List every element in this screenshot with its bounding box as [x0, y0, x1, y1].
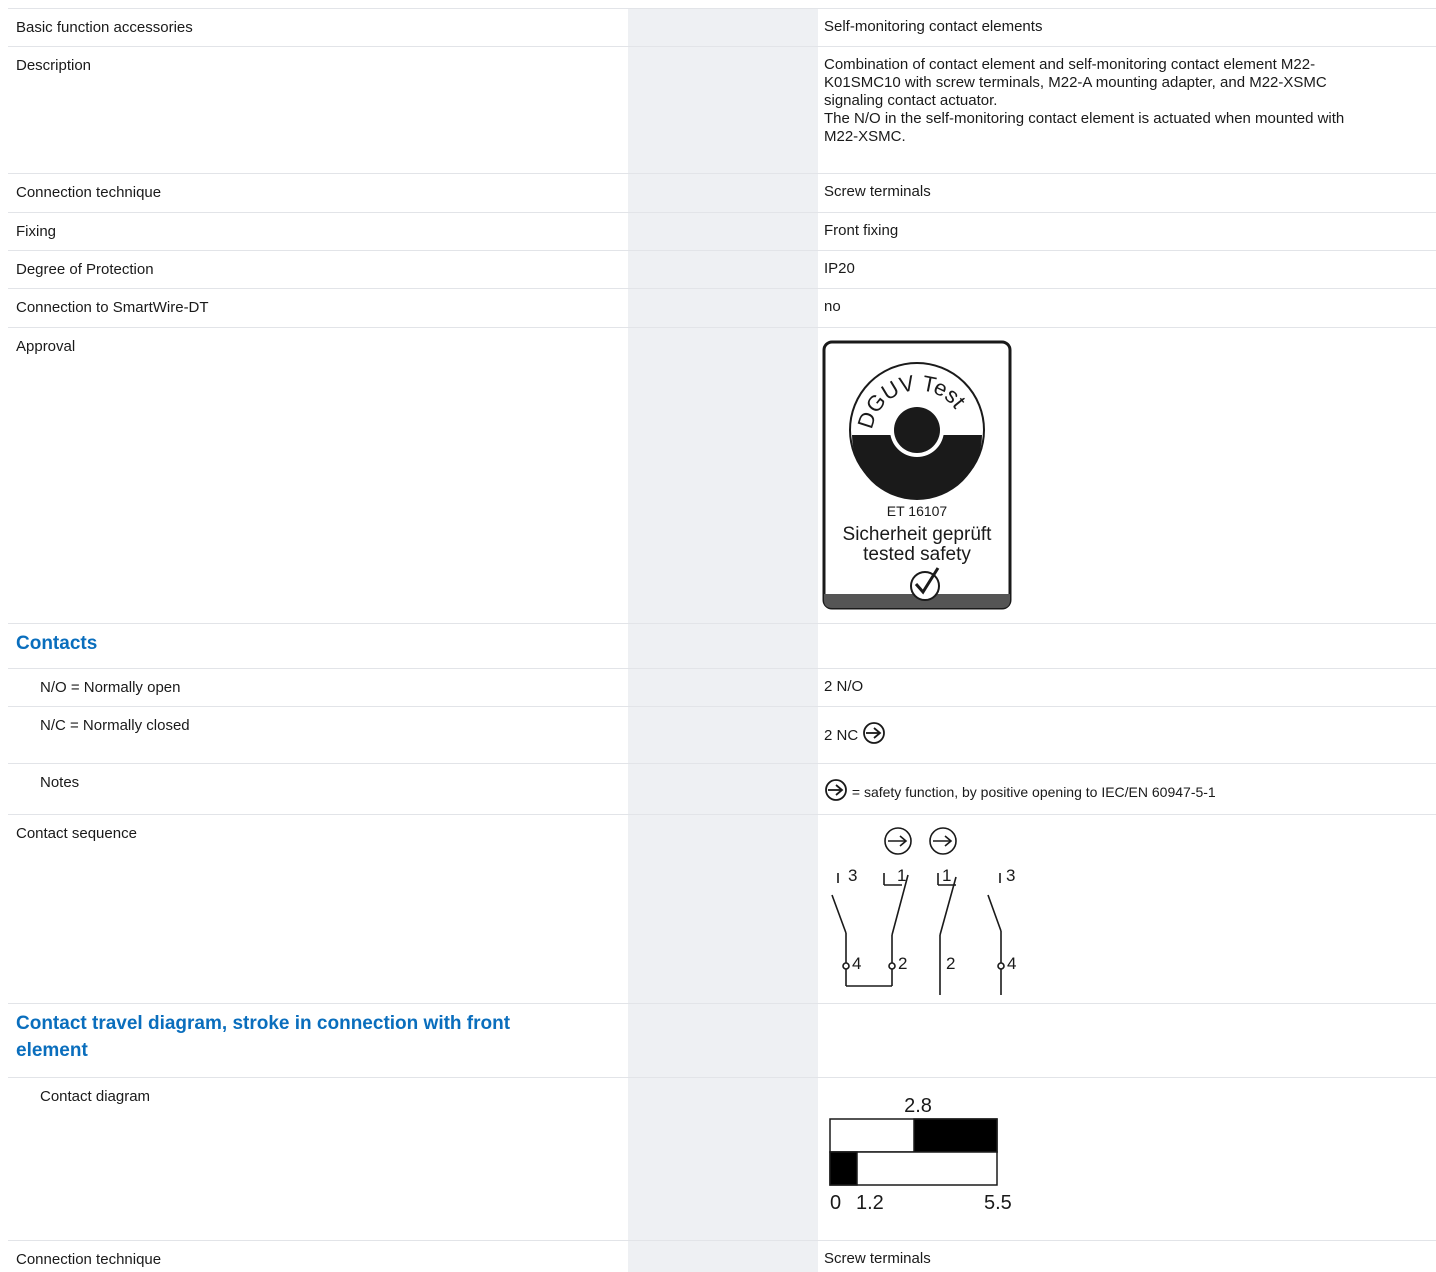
row-connection-technique: Connection technique Screw terminals	[8, 173, 1436, 212]
positive-opening-icon	[825, 779, 847, 801]
notes-value-text: = safety function, by positive opening t…	[848, 784, 1216, 800]
row-value: 2 NC	[824, 713, 1424, 745]
row-value: 2 N/O	[824, 678, 864, 695]
row-label: Connection technique	[16, 184, 162, 201]
row-connection-technique-2: Connection technique Screw terminals	[8, 1240, 1436, 1272]
row-basic-function: Basic function accessories Self-monitori…	[8, 8, 1436, 46]
description-line: K01SMC10 with screw terminals, M22-A mou…	[824, 74, 1327, 91]
section-contact-travel-diagram: Contact travel diagram, stroke in connec…	[8, 1003, 1436, 1077]
row-normally-open: N/O = Normally open 2 N/O	[8, 668, 1436, 706]
row-approval: Approval DGUV Test ET 16107 Sicherheit g…	[8, 327, 1436, 623]
description-line: Combination of contact element and self-…	[824, 56, 1316, 73]
contact-travel-diagram: 2.8 0 1.2 5.5	[829, 1095, 1012, 1214]
terminal-label: 2	[898, 954, 907, 973]
nc-value-text: 2 NC	[824, 727, 859, 744]
row-label: Contact sequence	[16, 825, 137, 842]
stroke-mark: 1.2	[856, 1192, 884, 1214]
row-contact-sequence: Contact sequence 3 4 1 2 1 2 3 4	[8, 814, 1436, 1003]
row-label: N/O = Normally open	[40, 679, 181, 696]
row-label: Approval	[16, 338, 76, 355]
terminal-label: 1	[942, 866, 951, 885]
terminal-label: 4	[852, 954, 861, 973]
row-label: Basic function accessories	[16, 19, 193, 36]
badge-line1: Sicherheit geprüft	[843, 524, 993, 545]
row-value: Combination of contact element and self-…	[824, 56, 1424, 146]
stroke-mark-top: 2.8	[904, 1095, 932, 1117]
terminal-label: 3	[1006, 866, 1015, 885]
row-value: Screw terminals	[824, 1250, 931, 1267]
dguv-approval-badge: DGUV Test ET 16107 Sicherheit geprüft te…	[822, 340, 1012, 610]
section-heading: Contact travel diagram, stroke in connec…	[16, 1013, 511, 1061]
badge-line2: tested safety	[863, 544, 971, 565]
section-contacts: Contacts	[8, 623, 1436, 668]
row-contact-diagram: Contact diagram 2.8 0 1.2 5.5	[8, 1077, 1436, 1240]
clipped-page-heading	[0, 0, 1436, 8]
row-label: Degree of Protection	[16, 261, 154, 278]
row-description: Description Combination of contact eleme…	[8, 46, 1436, 173]
row-value: = safety function, by positive opening t…	[824, 778, 1424, 802]
stroke-mark: 0	[830, 1192, 841, 1214]
row-degree-of-protection: Degree of Protection IP20	[8, 250, 1436, 288]
row-value: IP20	[824, 260, 855, 277]
row-label: Fixing	[16, 223, 57, 240]
row-normally-closed: N/C = Normally closed 2 NC	[8, 706, 1436, 763]
row-label: Description	[16, 57, 92, 74]
row-label: Connection to SmartWire-DT	[16, 299, 209, 316]
section-heading: Contacts	[16, 633, 98, 654]
contact-sequence-diagram: 3 4 1 2 1 2 3 4	[831, 827, 1016, 995]
terminal-label: 4	[1007, 954, 1016, 973]
row-label: Contact diagram	[40, 1088, 151, 1105]
row-label: Notes	[40, 774, 80, 791]
stroke-mark: 5.5	[984, 1192, 1012, 1214]
row-value: Self-monitoring contact elements	[824, 18, 1043, 35]
badge-number: ET 16107	[887, 503, 948, 519]
row-label: Connection technique	[16, 1251, 162, 1268]
row-notes: Notes = safety function, by positive ope…	[8, 763, 1436, 814]
row-value: no	[824, 298, 841, 315]
terminal-label: 2	[946, 954, 955, 973]
row-smartwire: Connection to SmartWire-DT no	[8, 288, 1436, 327]
positive-opening-icon	[863, 722, 886, 744]
description-line: The N/O in the self-monitoring contact e…	[824, 110, 1345, 127]
row-label: N/C = Normally closed	[40, 717, 190, 734]
description-line: M22-XSMC.	[824, 128, 906, 145]
terminal-label: 3	[848, 866, 857, 885]
row-value: Front fixing	[824, 222, 899, 239]
row-value: Screw terminals	[824, 183, 931, 200]
terminal-label: 1	[897, 866, 906, 885]
row-fixing: Fixing Front fixing	[8, 212, 1436, 250]
description-line: signaling contact actuator.	[824, 92, 998, 109]
